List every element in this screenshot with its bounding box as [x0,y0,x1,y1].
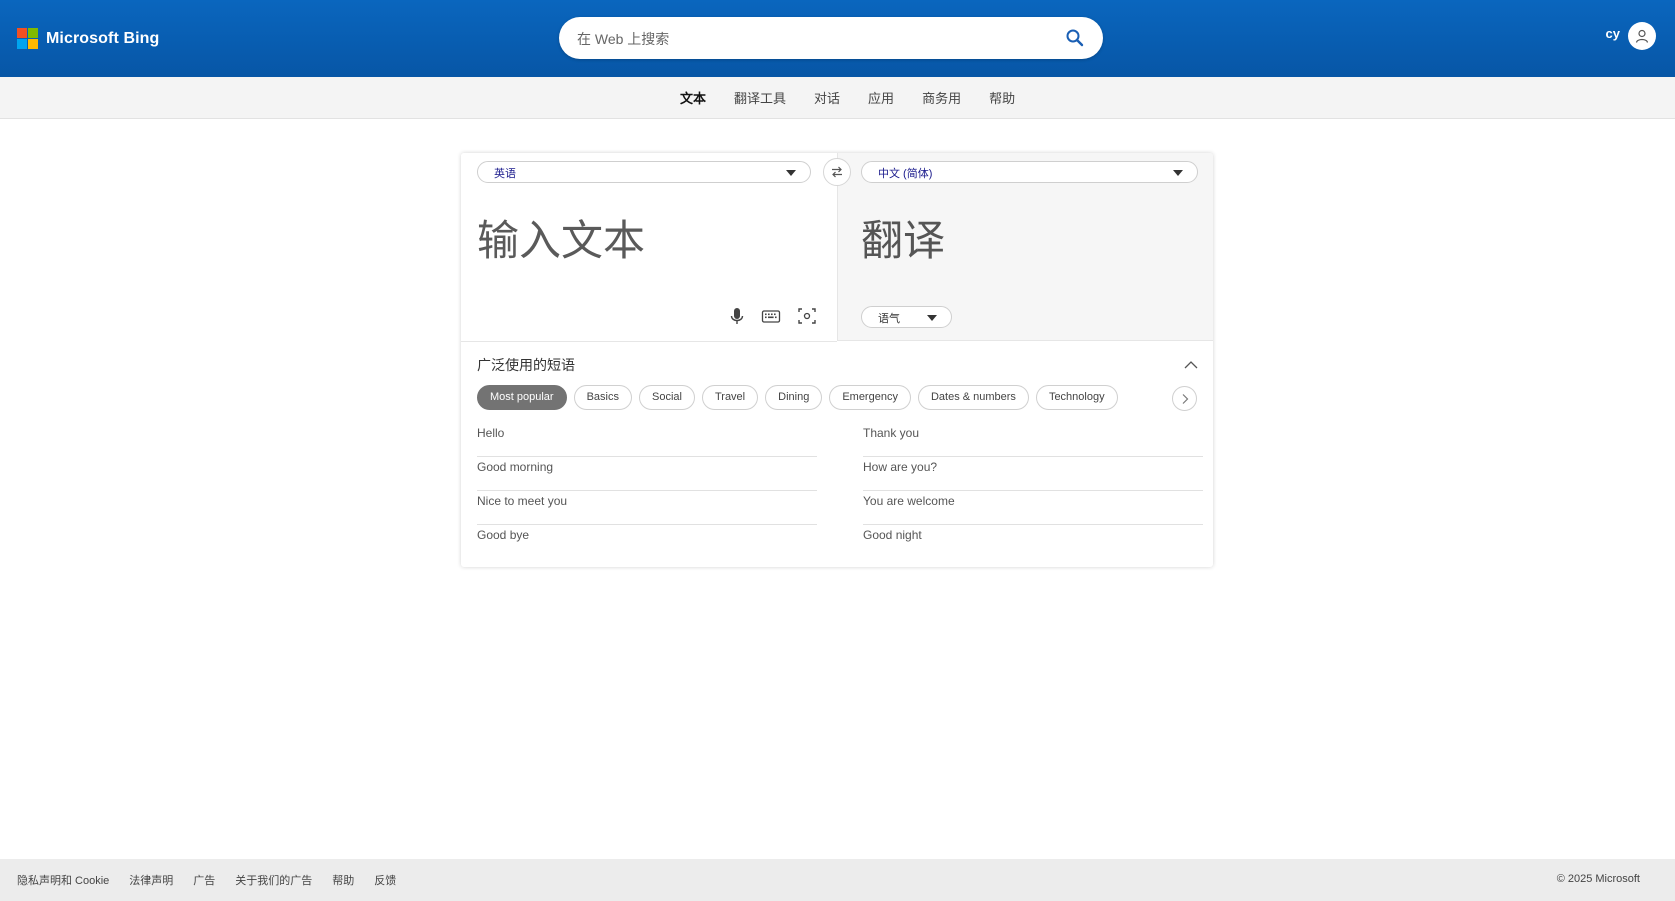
keyboard-icon[interactable] [761,306,781,326]
nav-tab-help[interactable]: 帮助 [989,88,1015,107]
phrase-item[interactable]: Thank you [863,423,1203,457]
user-account[interactable]: cy [1606,22,1656,50]
footer-link-about-ads[interactable]: 关于我们的广告 [235,872,312,888]
category-chip-emergency[interactable]: Emergency [829,385,911,410]
nav-tab-business[interactable]: 商务用 [922,88,961,107]
target-pane: 中文 (简体) 翻译 语气 [837,153,1213,341]
phrase-item[interactable]: You are welcome [863,491,1203,525]
source-language-select[interactable]: 英语 [477,161,811,183]
category-chip-dates-numbers[interactable]: Dates & numbers [917,385,1029,410]
source-language-label: 英语 [494,168,516,180]
search-icon[interactable] [1065,28,1085,48]
phrase-item[interactable]: Good bye [477,525,817,559]
tone-label: 语气 [878,313,900,325]
user-icon [1635,29,1649,43]
chevron-up-icon[interactable] [1183,358,1199,370]
chevron-down-icon [1173,170,1183,176]
tone-select[interactable]: 语气 [861,306,952,328]
nav-tab-conversation[interactable]: 对话 [814,88,840,107]
camera-scan-icon[interactable] [797,306,817,326]
category-chip-social[interactable]: Social [639,385,695,410]
footer: 隐私声明和 Cookie 法律声明 广告 关于我们的广告 帮助 反馈 © 202… [0,859,1675,901]
avatar[interactable] [1628,22,1656,50]
chips-next-button[interactable] [1172,386,1197,411]
nav-tab-translator-tools[interactable]: 翻译工具 [734,88,786,107]
phrase-item[interactable]: Hello [477,423,817,457]
translator-nav: 文本 翻译工具 对话 应用 商务用 帮助 [0,77,1675,119]
phrase-item[interactable]: How are you? [863,457,1203,491]
footer-link-privacy[interactable]: 隐私声明和 Cookie [17,872,109,888]
footer-link-ads[interactable]: 广告 [193,872,215,888]
translation-output: 翻译 [861,216,946,265]
phrase-item[interactable]: Nice to meet you [477,491,817,525]
phrase-item[interactable]: Good morning [477,457,817,491]
category-chip-most-popular[interactable]: Most popular [477,385,567,410]
chevron-down-icon [786,170,796,176]
category-chip-dining[interactable]: Dining [765,385,823,410]
footer-link-help[interactable]: 帮助 [332,872,354,888]
category-chip-travel[interactable]: Travel [701,385,759,410]
source-pane: 英语 [461,153,837,342]
phrase-list-right: Thank you How are you? You are welcome G… [863,423,1203,559]
chevron-down-icon [927,315,937,321]
footer-link-legal[interactable]: 法律声明 [129,872,173,888]
target-language-label: 中文 (简体) [878,168,933,180]
phrase-list-left: Hello Good morning Nice to meet you Good… [477,423,817,559]
bing-logo[interactable]: Microsoft Bing [17,28,159,49]
nav-tab-apps[interactable]: 应用 [868,88,894,107]
user-name: cy [1605,25,1620,41]
search-input[interactable] [575,17,1049,61]
chevron-right-icon [1182,393,1188,404]
nav-tab-text[interactable]: 文本 [680,88,706,107]
translator-card: 英语 中文 (简体) 翻译 [461,153,1213,567]
phrase-categories: Most popular Basics Social Travel Dining… [477,385,1125,410]
source-text-input[interactable] [477,207,817,287]
logo-text: Microsoft Bing [46,29,160,47]
swap-languages-button[interactable] [823,158,851,186]
category-chip-basics[interactable]: Basics [573,385,632,410]
search-box [559,17,1103,61]
swap-arrows-icon [832,166,842,178]
category-chip-technology[interactable]: Technology [1035,385,1118,410]
header-bar: Microsoft Bing cy [0,0,1675,77]
microphone-icon[interactable] [727,306,747,326]
phrases-title: 广泛使用的短语 [477,357,575,373]
footer-link-feedback[interactable]: 反馈 [374,872,396,888]
copyright: © 2025 Microsoft [1556,873,1640,885]
microsoft-logo-icon [17,28,38,49]
phrase-item[interactable]: Good night [863,525,1203,559]
target-language-select[interactable]: 中文 (简体) [861,161,1198,183]
